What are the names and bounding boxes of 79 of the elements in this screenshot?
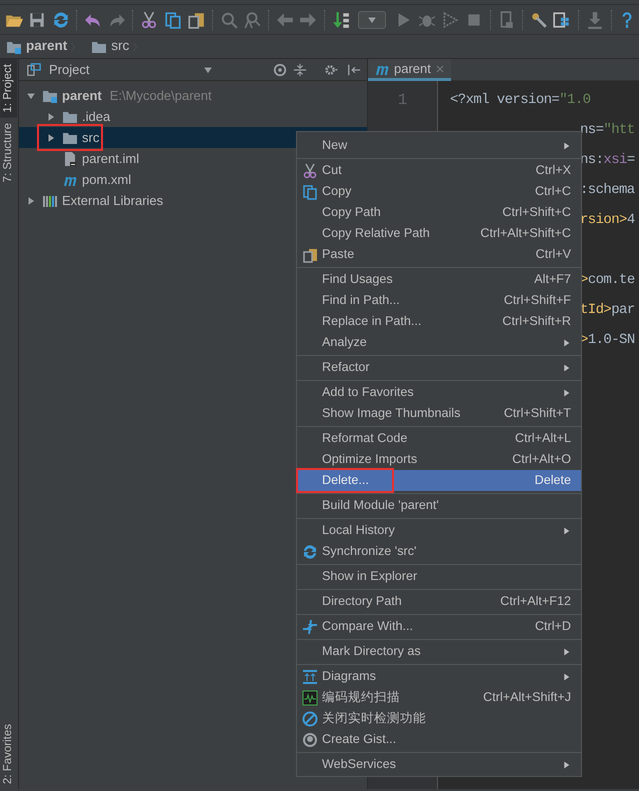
- wrench-icon[interactable]: [530, 10, 548, 28]
- menu-item[interactable]: Create Gist...: [297, 729, 581, 750]
- menu-item[interactable]: Add to Favorites: [297, 382, 581, 403]
- menu-item[interactable]: Cut Ctrl+X: [297, 160, 581, 181]
- paste-icon: [302, 246, 318, 262]
- menu-item[interactable]: Replace in Path... Ctrl+Shift+R: [297, 311, 581, 332]
- compare-arrows-icon: [302, 618, 318, 634]
- pulse-chart-icon: [302, 690, 318, 706]
- file-icon: [62, 150, 78, 166]
- menu-item[interactable]: Paste Ctrl+V: [297, 244, 581, 265]
- collapse-arrow-icon[interactable]: [26, 90, 36, 100]
- prohibited-icon: [302, 710, 318, 726]
- expand-arrow-icon[interactable]: [46, 132, 56, 142]
- collapse-icon[interactable]: [293, 62, 307, 76]
- menu-item[interactable]: Local History: [297, 520, 581, 541]
- tool-window-tab[interactable]: 1: Project: [0, 59, 18, 118]
- sync-icon: [302, 544, 318, 560]
- expand-arrow-icon[interactable]: [26, 196, 36, 206]
- tree-row[interactable]: .idea: [19, 106, 367, 127]
- build-icon[interactable]: [332, 10, 350, 28]
- menu-item[interactable]: Reformat Code Ctrl+Alt+L: [297, 428, 581, 449]
- structure-grid-icon[interactable]: [553, 10, 572, 28]
- menu-item[interactable]: Find Usages Alt+F7: [297, 269, 581, 290]
- target-icon[interactable]: [273, 62, 287, 76]
- menu-item[interactable]: Compare With... Ctrl+D: [297, 616, 581, 637]
- menu-item[interactable]: WebServices: [297, 754, 581, 775]
- menu-item[interactable]: Mark Directory as: [297, 641, 581, 662]
- menu-item[interactable]: Analyze: [297, 332, 581, 353]
- scissors-icon: [302, 162, 318, 178]
- menu-item[interactable]: Show Image Thumbnails Ctrl+Shift+T: [297, 403, 581, 424]
- breadcrumb[interactable]: parent: [6, 36, 90, 57]
- hide-panel-icon[interactable]: [347, 62, 361, 76]
- back-arrow-icon: [276, 10, 294, 28]
- panel-icon: [27, 62, 41, 76]
- tree-row[interactable]: parent E:\Mycode\parent: [19, 85, 367, 106]
- menu-item[interactable]: Synchronize 'src': [297, 541, 581, 562]
- caret-icon: [367, 14, 378, 24]
- menu-item[interactable]: Refactor: [297, 357, 581, 378]
- forward-arrow-icon: [299, 10, 318, 28]
- menu-item[interactable]: Diagrams: [297, 666, 581, 687]
- close-icon[interactable]: [434, 64, 445, 74]
- coverage-icon: [441, 10, 460, 28]
- run-config-dropdown[interactable]: [358, 10, 386, 28]
- paste-icon[interactable]: [187, 10, 206, 28]
- editor-tab[interactable]: parent: [368, 59, 451, 81]
- menu-item[interactable]: Copy Relative Path Ctrl+Alt+Shift+C: [297, 223, 581, 244]
- download-icon: [586, 10, 604, 28]
- expand-arrow-icon[interactable]: [46, 112, 56, 122]
- copy-icon[interactable]: [164, 10, 182, 28]
- menu-item[interactable]: Build Module 'parent': [297, 495, 581, 516]
- menu-item[interactable]: Find in Path... Ctrl+Shift+F: [297, 290, 581, 311]
- menu-item[interactable]: Directory Path Ctrl+Alt+F12: [297, 591, 581, 612]
- tool-window-tab[interactable]: 2: Favorites: [0, 718, 18, 789]
- breadcrumb[interactable]: src: [91, 36, 152, 57]
- menu-item[interactable]: Delete... Delete: [297, 470, 581, 491]
- panel-title[interactable]: Project: [49, 60, 90, 80]
- code-line: :schema: [580, 182, 635, 198]
- menu-item[interactable]: 编码规约扫描 Ctrl+Alt+Shift+J: [297, 687, 581, 708]
- find-replace-icon: [243, 10, 262, 28]
- tool-window-tab[interactable]: 7: Structure: [0, 118, 18, 188]
- module-path: E:\Mycode\parent: [110, 86, 212, 105]
- menu-item[interactable]: Optimize Imports Ctrl+Alt+O: [297, 449, 581, 470]
- save-icon[interactable]: [28, 10, 46, 28]
- dropdown-caret-icon[interactable]: [203, 65, 213, 76]
- menu-item[interactable]: Show in Explorer: [297, 566, 581, 587]
- code-line: ns="htt: [580, 122, 635, 138]
- menu-item[interactable]: Copy Path Ctrl+Shift+C: [297, 202, 581, 223]
- menu-item[interactable]: 关闭实时检测功能: [297, 708, 581, 729]
- code-line: rsion>4: [580, 212, 635, 228]
- round-emblem-icon: [302, 732, 318, 748]
- copy-icon: [302, 184, 318, 200]
- gear-icon[interactable]: [323, 62, 339, 76]
- sync-icon[interactable]: [52, 10, 70, 28]
- search-icon: [220, 10, 238, 28]
- diagram-icon: [302, 668, 318, 684]
- code-line: tId>par: [580, 302, 635, 318]
- menu-item[interactable]: Copy Ctrl+C: [297, 181, 581, 202]
- code-line: <?xml version="1.0: [450, 92, 590, 108]
- cut-icon[interactable]: [140, 10, 158, 28]
